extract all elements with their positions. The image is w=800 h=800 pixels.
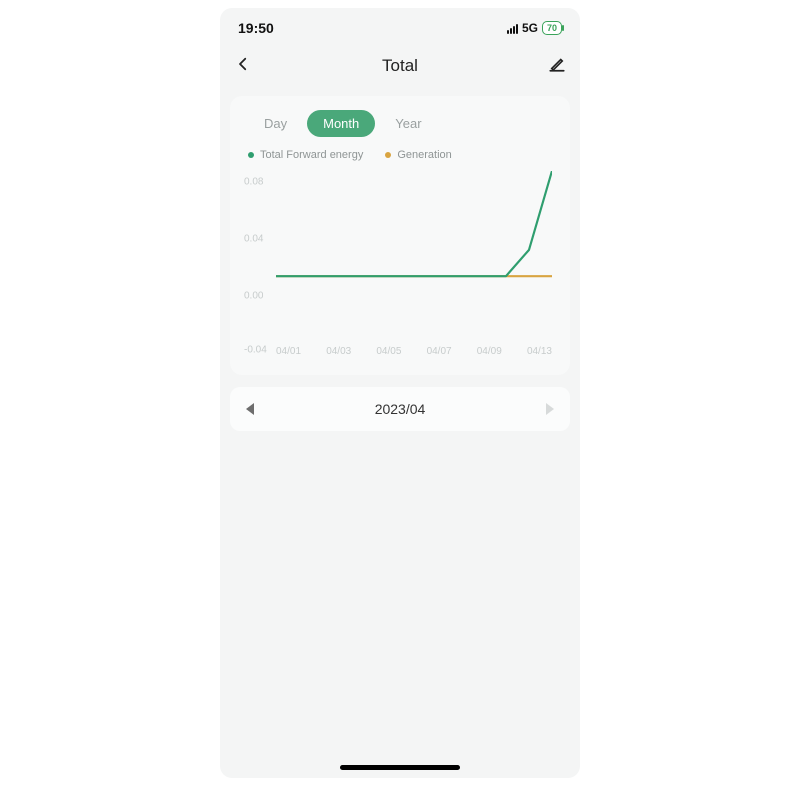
date-value[interactable]: 2023/04 <box>375 401 426 417</box>
status-time: 19:50 <box>238 20 274 36</box>
edit-button[interactable] <box>548 55 566 78</box>
y-tick: -0.04 <box>244 344 267 355</box>
y-tick: 0.08 <box>244 177 263 188</box>
tab-day[interactable]: Day <box>248 110 303 137</box>
legend-generation-label: Generation <box>397 149 451 161</box>
y-tick: 0.04 <box>244 234 263 245</box>
chevron-left-icon <box>234 55 252 73</box>
x-ticks: 04/01 04/03 04/05 04/07 04/09 04/13 <box>276 346 552 357</box>
y-tick: 0.00 <box>244 291 263 302</box>
dot-icon <box>248 152 254 158</box>
prev-month-button[interactable] <box>246 403 254 415</box>
chart-card: Day Month Year Total Forward energy Gene… <box>230 96 570 375</box>
chart-legend: Total Forward energy Generation <box>242 149 558 161</box>
x-tick: 04/01 <box>276 346 301 357</box>
range-tabs: Day Month Year <box>242 110 558 137</box>
x-tick: 04/07 <box>427 346 452 357</box>
x-tick: 04/13 <box>527 346 552 357</box>
back-button[interactable] <box>234 55 252 78</box>
tab-month[interactable]: Month <box>307 110 375 137</box>
phone-frame: 19:50 5G 70 Total Day Month Year <box>220 8 580 778</box>
battery-icon: 70 <box>542 21 562 35</box>
x-tick: 04/05 <box>376 346 401 357</box>
legend-forward: Total Forward energy <box>248 149 363 161</box>
page-title: Total <box>382 56 418 76</box>
dot-icon <box>385 152 391 158</box>
x-tick: 04/09 <box>477 346 502 357</box>
signal-icon <box>507 22 518 34</box>
chart-svg <box>276 171 552 329</box>
tab-year[interactable]: Year <box>379 110 437 137</box>
nav-bar: Total <box>220 42 580 90</box>
chart-area: 0.08 0.04 0.00 -0.04 04/01 04/03 04/05 0… <box>242 171 558 361</box>
legend-forward-label: Total Forward energy <box>260 149 363 161</box>
home-indicator <box>340 765 460 770</box>
next-month-button[interactable] <box>546 403 554 415</box>
date-picker: 2023/04 <box>230 387 570 431</box>
legend-generation: Generation <box>385 149 451 161</box>
status-right: 5G 70 <box>507 21 562 35</box>
network-label: 5G <box>522 21 538 35</box>
x-tick: 04/03 <box>326 346 351 357</box>
pencil-icon <box>548 55 566 73</box>
status-bar: 19:50 5G 70 <box>220 14 580 42</box>
